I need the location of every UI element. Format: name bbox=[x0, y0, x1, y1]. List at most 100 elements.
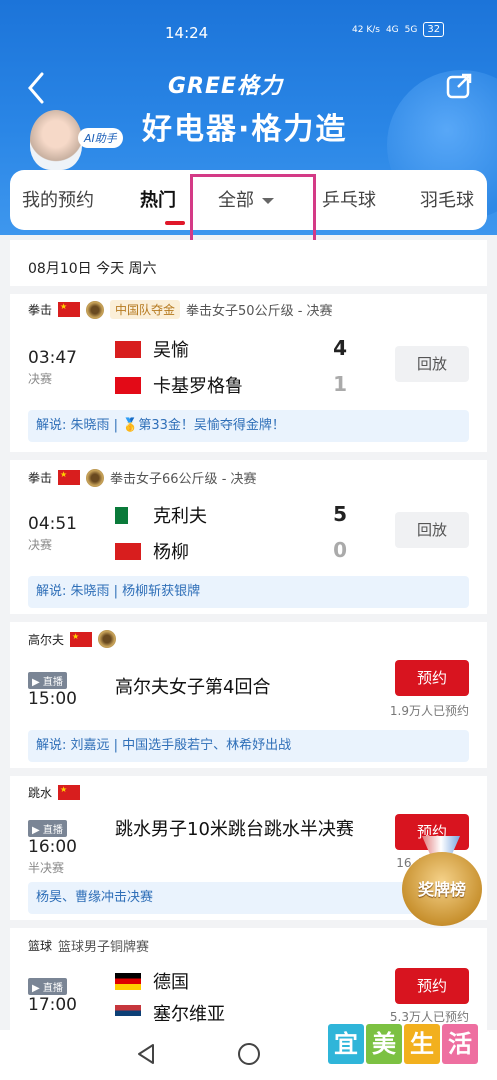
nav-back-icon[interactable] bbox=[135, 1042, 157, 1066]
sport-tag: 篮球 bbox=[28, 939, 53, 953]
time-column: 04:51 决赛 bbox=[28, 514, 77, 553]
serbia-flag-icon bbox=[115, 1004, 141, 1022]
sport-tag: 拳击 bbox=[28, 303, 53, 317]
team-name: 杨柳 bbox=[153, 542, 189, 563]
event-title: 跳水男子10米跳台跳水半决赛 bbox=[115, 819, 354, 840]
battery-icon: 32 bbox=[423, 22, 445, 37]
replay-button[interactable]: 回放 bbox=[395, 346, 469, 382]
status-icons: 42 K/s 4G 5G 32 bbox=[352, 22, 445, 37]
team-row: 吴愉 bbox=[115, 336, 189, 362]
watermark-char: 美 bbox=[366, 1024, 402, 1064]
event-header: 高尔夫 bbox=[28, 630, 117, 648]
nav-home-icon[interactable] bbox=[238, 1043, 260, 1065]
annotation-highlight-box bbox=[190, 174, 316, 246]
tab-my-reservations[interactable]: 我的预约 bbox=[22, 186, 94, 212]
watermark-char: 活 bbox=[442, 1024, 478, 1064]
ai-avatar[interactable] bbox=[30, 110, 82, 170]
event-stage: 决赛 bbox=[28, 372, 53, 386]
team-row: 德国 bbox=[115, 968, 189, 994]
sport-tag: 高尔夫 bbox=[28, 632, 65, 647]
tab-table-tennis[interactable]: 乒乓球 bbox=[322, 186, 376, 212]
team-name: 克利夫 bbox=[153, 506, 207, 527]
time-column: ▶ 直播 16:00 半决赛 bbox=[28, 818, 77, 876]
event-header: 拳击 中国队夺金 拳击女子50公斤级 - 决赛 bbox=[28, 300, 333, 319]
china-flag-icon bbox=[115, 340, 141, 358]
status-bar: 14:24 42 K/s 4G 5G 32 bbox=[0, 0, 497, 60]
china-flag-icon bbox=[58, 470, 81, 485]
slogan: 好电器·格力造 bbox=[142, 112, 348, 147]
team-score: 0 bbox=[333, 538, 347, 562]
live-label: 直播 bbox=[42, 825, 63, 836]
china-flag-icon bbox=[115, 542, 141, 560]
commentary-bar[interactable]: 解说: 刘嘉远 | 中国选手殷若宁、林希妤出战 bbox=[28, 730, 469, 762]
event-title: 高尔夫女子第4回合 bbox=[115, 677, 271, 698]
medal-table-widget[interactable]: 奖牌榜 bbox=[398, 836, 484, 926]
tab-badminton[interactable]: 羽毛球 bbox=[420, 186, 474, 212]
turkey-flag-icon bbox=[115, 376, 141, 394]
active-tab-indicator bbox=[165, 221, 185, 225]
team-score: 4 bbox=[333, 336, 347, 360]
event-time: 03:47 bbox=[28, 348, 77, 368]
algeria-flag-icon bbox=[115, 506, 141, 524]
event-title: 拳击女子66公斤级 - 决赛 bbox=[110, 472, 257, 487]
team-name: 卡基罗格鲁 bbox=[153, 376, 243, 397]
team-score: 5 bbox=[333, 502, 347, 526]
divider bbox=[10, 452, 487, 460]
status-time: 14:24 bbox=[165, 24, 209, 42]
watermark: 宜 美 生 活 bbox=[328, 1024, 478, 1064]
tab-hot[interactable]: 热门 bbox=[140, 186, 176, 212]
team-row: 克利夫 bbox=[115, 502, 207, 528]
event-title: 拳击女子50公斤级 - 决赛 bbox=[186, 304, 333, 319]
divider bbox=[10, 614, 487, 622]
event-header: 拳击 拳击女子66公斤级 - 决赛 bbox=[28, 468, 257, 487]
reserve-button[interactable]: 预约 bbox=[395, 968, 469, 1004]
live-label: 直播 bbox=[42, 983, 63, 994]
live-badge: ▶ 直播 bbox=[28, 978, 67, 995]
brand-logo: GREE格力 bbox=[168, 74, 284, 99]
back-button[interactable] bbox=[22, 70, 52, 106]
live-label: 直播 bbox=[42, 677, 63, 688]
chevron-left-icon bbox=[28, 72, 44, 104]
china-flag-icon bbox=[58, 302, 81, 317]
watermark-char: 生 bbox=[404, 1024, 440, 1064]
event-stage: 半决赛 bbox=[28, 861, 65, 875]
live-badge: ▶ 直播 bbox=[28, 672, 67, 689]
sport-tag: 拳击 bbox=[28, 471, 53, 485]
live-badge: ▶ 直播 bbox=[28, 820, 67, 837]
divider bbox=[10, 286, 487, 294]
china-flag-icon bbox=[58, 785, 81, 800]
reserve-button[interactable]: 预约 bbox=[395, 660, 469, 696]
gold-badge: 中国队夺金 bbox=[110, 300, 181, 319]
team-name: 吴愉 bbox=[153, 340, 189, 361]
event-time: 16:00 bbox=[28, 837, 77, 857]
event-time: 17:00 bbox=[28, 995, 77, 1015]
ai-assistant-badge[interactable]: AI助手 bbox=[78, 128, 123, 148]
reserve-count: 5.3万人已预约 bbox=[389, 1010, 469, 1024]
event-stage: 决赛 bbox=[28, 538, 53, 552]
germany-flag-icon bbox=[115, 972, 141, 990]
commentary-bar[interactable]: 解说: 朱晓雨 | 🥇第33金！吴愉夺得金牌！ bbox=[28, 410, 469, 442]
time-column: ▶ 直播 15:00 bbox=[28, 670, 77, 709]
watermark-char: 宜 bbox=[328, 1024, 364, 1064]
event-header: 跳水 bbox=[28, 784, 81, 801]
event-header: 篮球 篮球男子铜牌赛 bbox=[28, 936, 149, 955]
commentary-bar[interactable]: 解说: 朱晓雨 | 杨柳斩获银牌 bbox=[28, 576, 469, 608]
team-score: 1 bbox=[333, 372, 347, 396]
time-column: 03:47 决赛 bbox=[28, 348, 77, 387]
medal-icon bbox=[86, 300, 105, 319]
signal-5g-icon: 5G bbox=[404, 24, 418, 35]
team-name: 德国 bbox=[153, 972, 189, 993]
date-header: 08月10日 今天 周六 bbox=[28, 261, 157, 277]
event-time: 15:00 bbox=[28, 689, 77, 709]
share-button[interactable] bbox=[445, 72, 473, 100]
reserve-count: 1.9万人已预约 bbox=[389, 704, 469, 718]
team-row: 塞尔维亚 bbox=[115, 1000, 225, 1026]
time-column: ▶ 直播 17:00 bbox=[28, 976, 77, 1015]
medal-icon bbox=[86, 468, 105, 487]
share-icon bbox=[446, 73, 472, 99]
signal-4g-icon: 4G bbox=[385, 24, 399, 35]
china-flag-icon bbox=[70, 631, 93, 647]
replay-button[interactable]: 回放 bbox=[395, 512, 469, 548]
team-row: 杨柳 bbox=[115, 538, 189, 564]
medal-table-label: 奖牌榜 bbox=[417, 880, 466, 899]
